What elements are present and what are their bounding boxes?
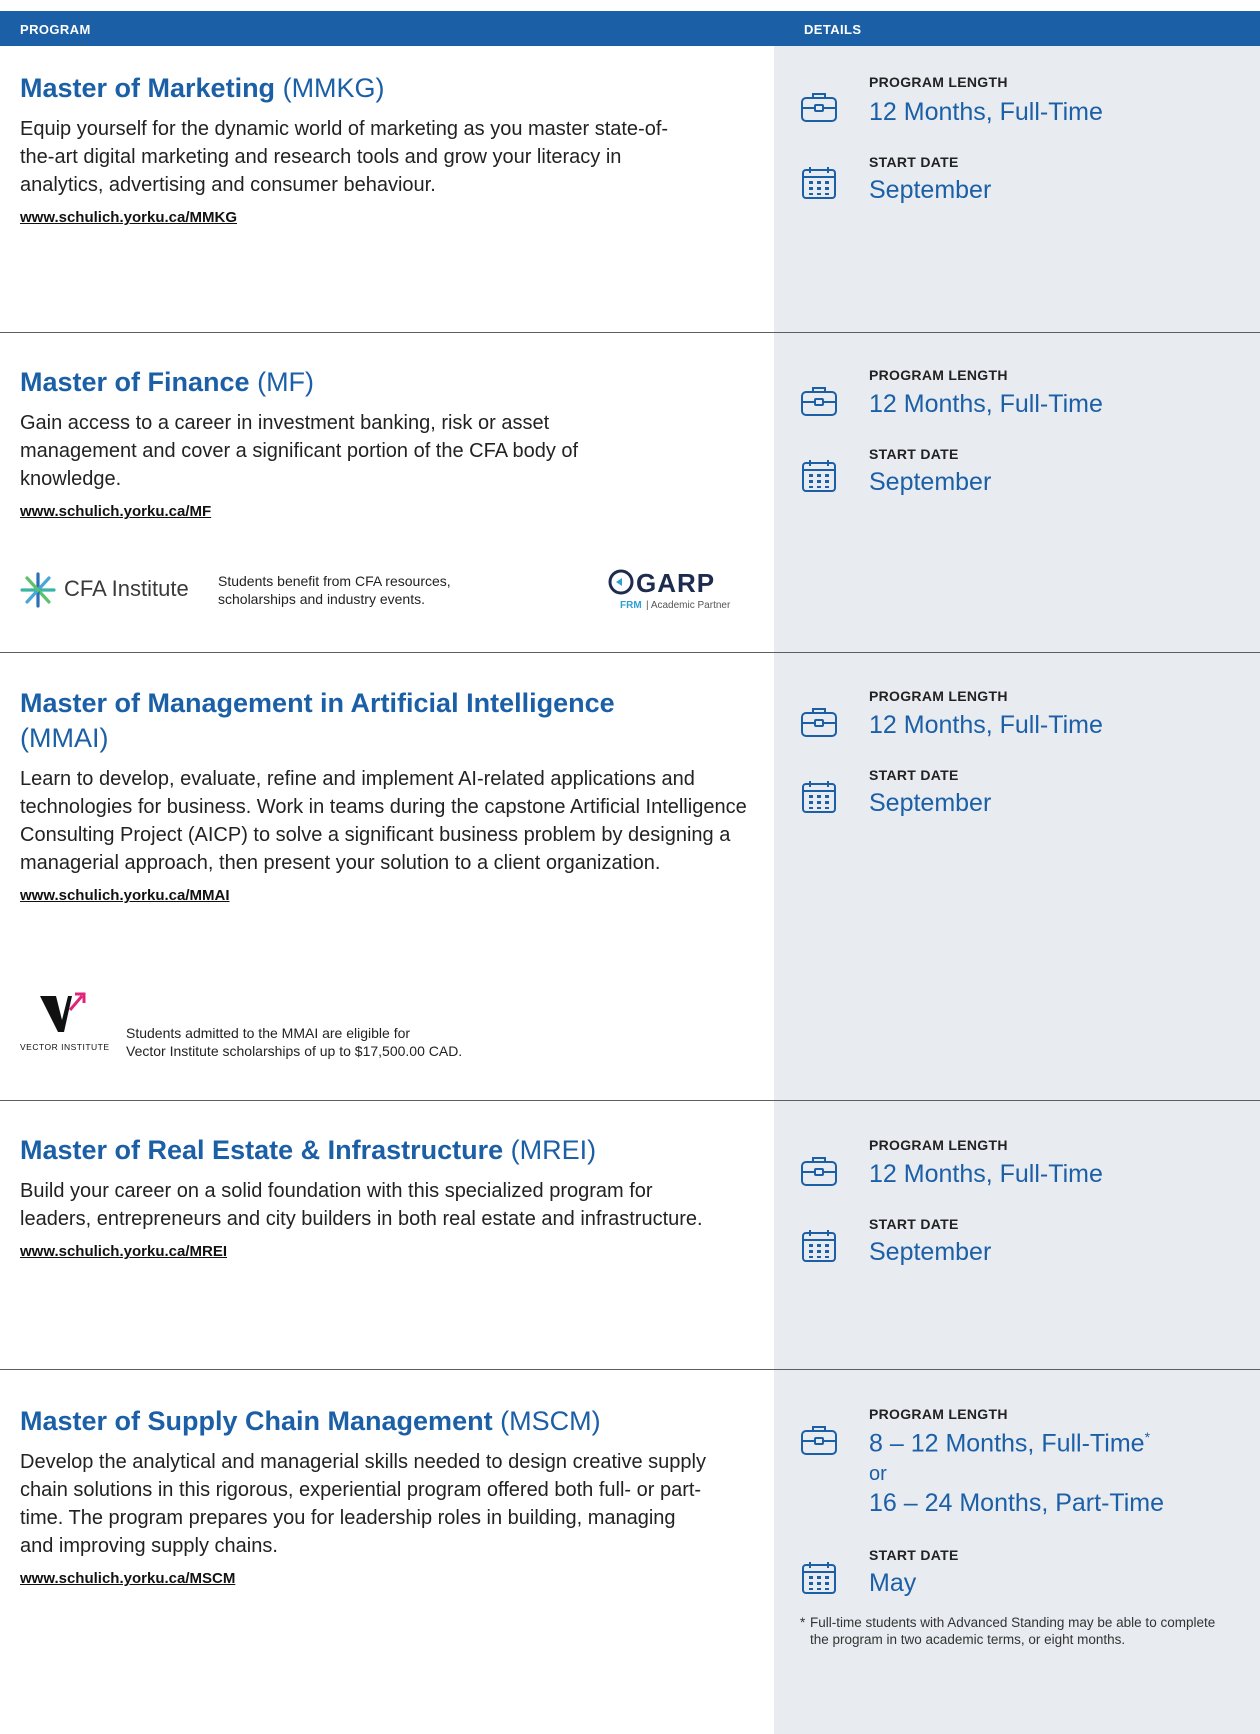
garp-logo-text: GARP [636,568,716,598]
program-description: Build your career on a solid foundation … [20,1180,703,1230]
program-length-value: 12 Months, Full-Time [869,98,1103,126]
start-date-value: September [869,1238,992,1266]
header-details: DETAILS [804,22,862,37]
briefcase-icon [801,1157,837,1186]
partner-logos: CFA Institute Students benefit from CFA … [20,568,760,618]
calendar-icon [802,1562,836,1594]
calendar-icon [802,460,836,492]
program-mf: Master of Finance (MF) Gain access to a … [20,365,740,521]
program-link[interactable]: www.schulich.yorku.ca/MMAI [20,887,230,904]
program-link[interactable]: www.schulich.yorku.ca/MMKG [20,209,237,226]
footnote-text: Full-time students with Advanced Standin… [810,1615,1216,1647]
garp-partner: | Academic Partner [646,600,731,611]
program-title: Master of Supply Chain Management (MSCM) [20,1406,601,1436]
start-label: START DATE [869,1547,959,1563]
start-label: START DATE [869,1216,959,1232]
program-length-value: 8 – 12 Months, Full-Time* [869,1429,1151,1458]
footnote: * Full-time students with Advanced Stand… [800,1614,1230,1648]
program-mmai: Master of Management in Artificial Intel… [20,686,747,905]
length-label: PROGRAM LENGTH [869,1406,1008,1422]
program-title: Master of Marketing (MMKG) [20,73,385,103]
partner-note: Students benefit from CFA resources, sch… [218,573,451,607]
cfa-logo-text: CFA Institute [64,576,189,601]
details-column-background [774,46,1260,1734]
program-description: Learn to develop, evaluate, refine and i… [20,768,747,874]
program-length-value: 12 Months, Full-Time [869,390,1103,418]
length-label: PROGRAM LENGTH [869,1137,1008,1153]
program-length-alt-value: 16 – 24 Months, Part-Time [869,1489,1165,1517]
calendar-icon [802,167,836,199]
cfa-star-icon [20,572,56,608]
program-link[interactable]: www.schulich.yorku.ca/MF [20,503,211,520]
start-date-value: September [869,789,992,817]
program-mmkg: Master of Marketing (MMKG) Equip yoursel… [20,71,740,227]
program-length-or: or [869,1463,887,1485]
start-date-value: September [869,176,992,204]
vector-logo-icon [40,992,86,1032]
table-header: PROGRAM DETAILS [0,11,1260,46]
vector-note-2: Vector Institute scholarships of up to $… [126,1043,463,1059]
start-date-value: May [869,1569,917,1597]
start-label: START DATE [869,446,959,462]
row-divider [0,1100,1260,1101]
briefcase-icon [801,93,837,122]
garp-logo-icon [608,569,634,595]
program-mscm: Master of Supply Chain Management (MSCM)… [20,1404,740,1588]
vector-logo-text: VECTOR INSTITUTE [20,1042,110,1052]
row-divider [0,652,1260,653]
length-label: PROGRAM LENGTH [869,74,1008,90]
program-description: Develop the analytical and managerial sk… [20,1451,706,1557]
briefcase-icon [801,708,837,737]
start-label: START DATE [869,767,959,783]
row-divider [0,1369,1260,1370]
program-title: Master of Real Estate & Infrastructure (… [20,1135,597,1165]
program-link[interactable]: www.schulich.yorku.ca/MREI [20,1243,227,1260]
header-program: PROGRAM [20,22,91,37]
row-divider [0,332,1260,333]
garp-frm: FRM [620,600,642,611]
program-description: Equip yourself for the dynamic world of … [20,118,669,196]
program-title: Master of Management in Artificial Intel… [20,688,615,753]
start-date-value: September [869,468,992,496]
length-label: PROGRAM LENGTH [869,688,1008,704]
vector-note-1: Students admitted to the MMAI are eligib… [126,1025,411,1041]
vector-institute-block: VECTOR INSTITUTE Students admitted to th… [20,990,620,1060]
start-label: START DATE [869,154,959,170]
length-label: PROGRAM LENGTH [869,367,1008,383]
program-length-value: 12 Months, Full-Time [869,1160,1103,1188]
program-link[interactable]: www.schulich.yorku.ca/MSCM [20,1570,235,1587]
footnote-mark: * [1144,1429,1151,1445]
program-title: Master of Finance (MF) [20,367,315,397]
program-description: Gain access to a career in investment ba… [20,412,579,490]
program-length-value: 12 Months, Full-Time [869,711,1103,739]
footnote-star: * [800,1615,806,1630]
program-mrei: Master of Real Estate & Infrastructure (… [20,1133,740,1261]
calendar-icon [802,781,836,813]
calendar-icon [802,1230,836,1262]
briefcase-icon [801,387,837,416]
briefcase-icon [801,1426,837,1455]
